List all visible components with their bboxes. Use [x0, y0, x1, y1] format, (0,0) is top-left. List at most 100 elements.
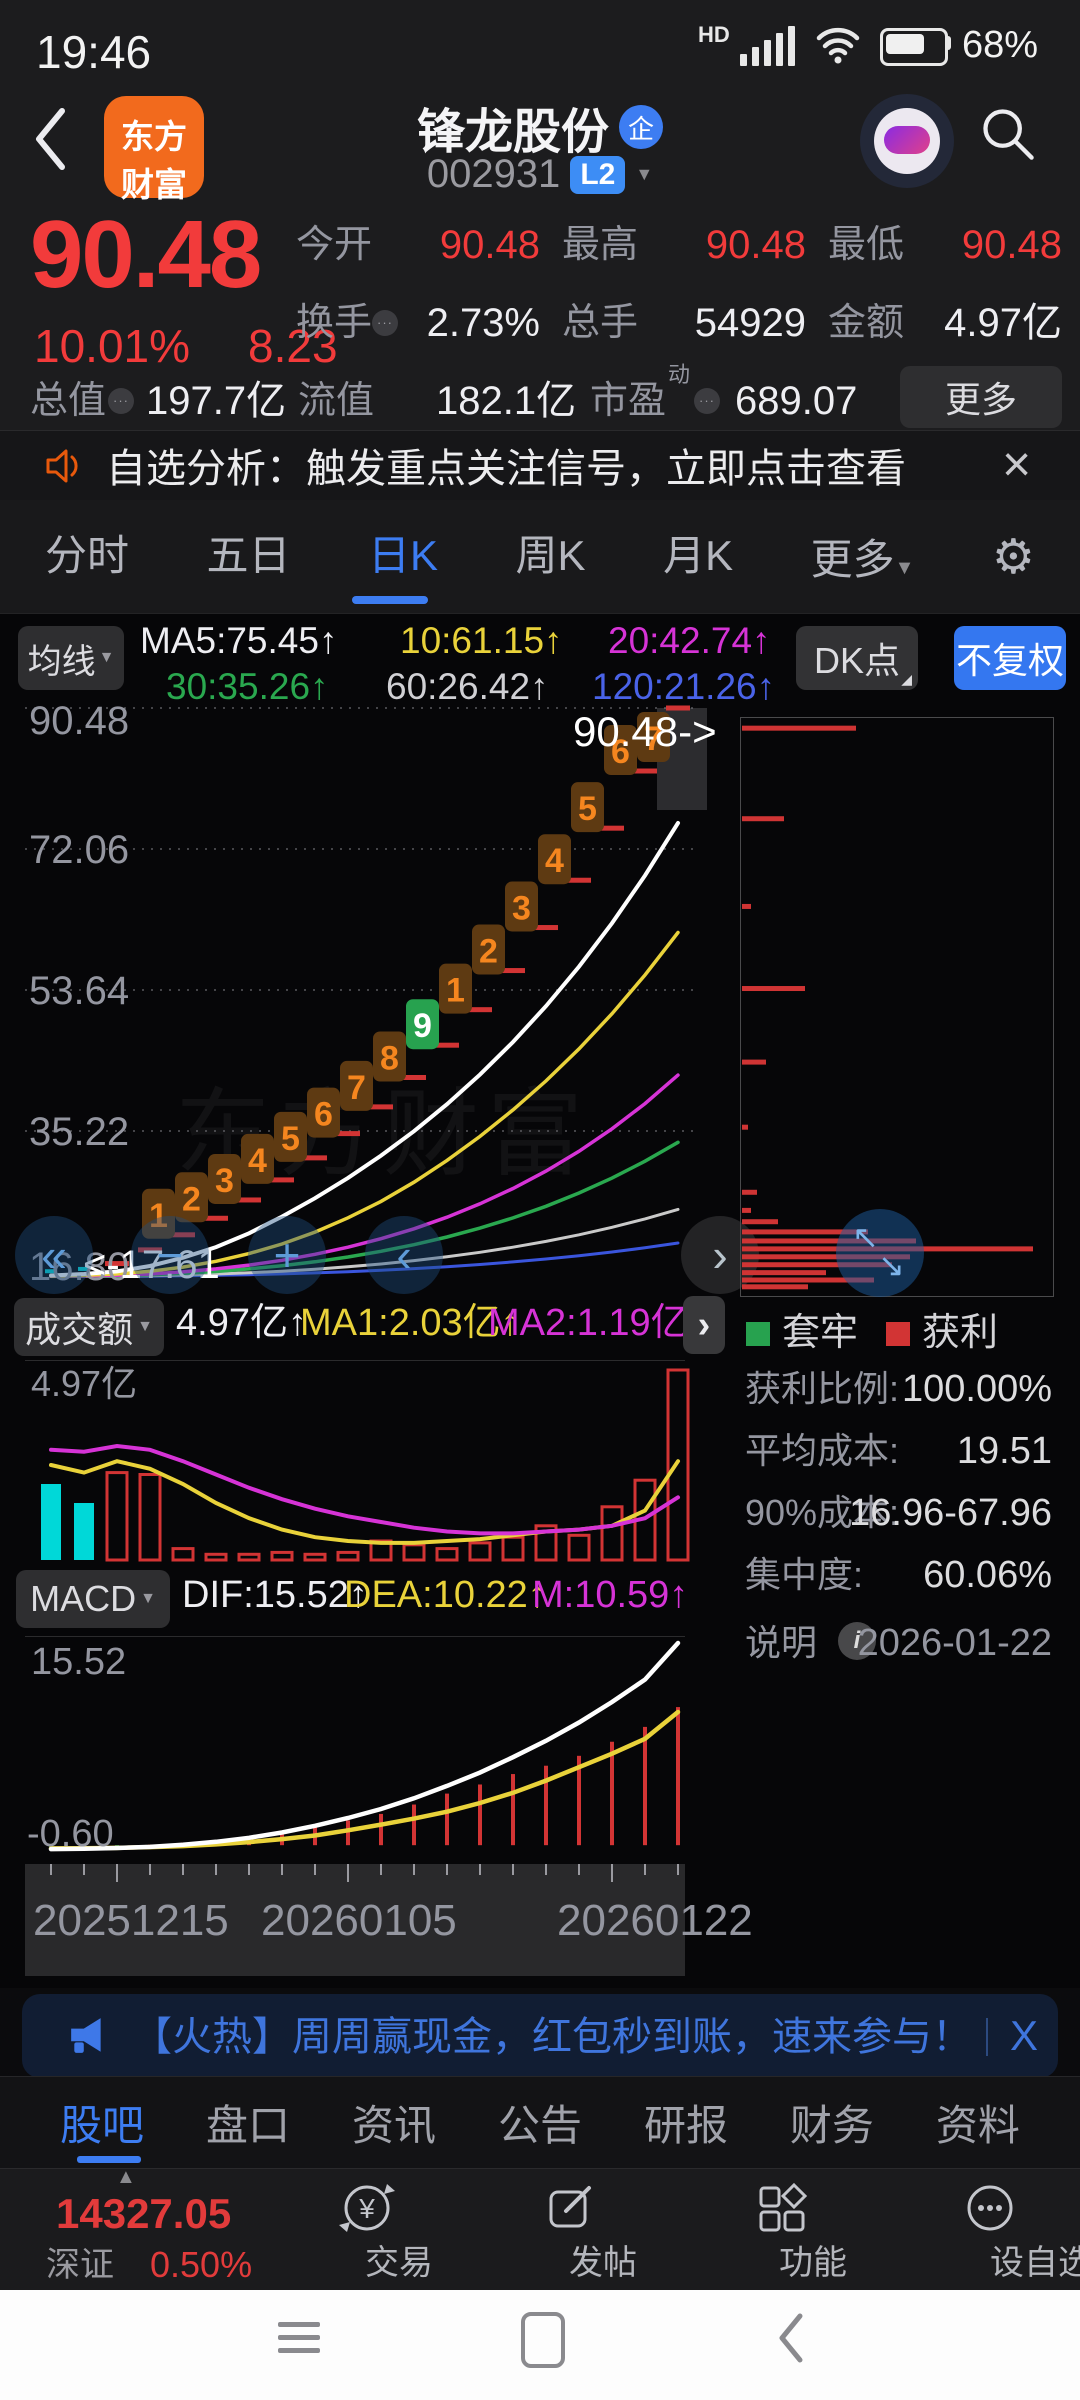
expand-button[interactable]: ↖ ↘ [836, 1209, 924, 1297]
index-value[interactable]: 14327.05 [56, 2190, 231, 2238]
svg-text:1: 1 [446, 972, 465, 1010]
assistant-robot-avatar[interactable] [860, 94, 954, 188]
chevron-down-icon: ▼ [894, 557, 915, 579]
tab-financials[interactable]: 财务 [790, 2092, 874, 2153]
open-label: 今开 [296, 224, 373, 266]
collapse-icon[interactable]: ▲ [116, 2166, 136, 2189]
tab-daily-k[interactable]: 日K [368, 532, 438, 580]
high-value: 90.48 [705, 223, 806, 267]
tab-profile[interactable]: 资料 [936, 2092, 1020, 2153]
svg-text:9: 9 [413, 1007, 432, 1045]
y-label: 53.64 [29, 969, 130, 1013]
tab-minute[interactable]: 分时 [45, 532, 129, 580]
open-value: 90.48 [439, 223, 540, 267]
trade-label[interactable]: 交易 [365, 2244, 433, 2282]
features-icon[interactable] [749, 2176, 813, 2240]
adjust-mode-button[interactable]: 不复权 [954, 626, 1066, 690]
pan-left-button[interactable]: ‹ [365, 1216, 443, 1294]
turnover-label: 换手 [296, 302, 373, 344]
chip-distribution-panel[interactable] [740, 717, 1054, 1297]
volume-selector-button[interactable]: 成交额 ▼ [14, 1298, 164, 1356]
clock: 19:46 [36, 26, 152, 78]
chevron-down-icon[interactable]: ▼ [635, 164, 653, 185]
more-button[interactable]: 更多 [900, 366, 1062, 428]
macd-y-bottom: -0.60 [27, 1813, 114, 1855]
ma-selector-button[interactable]: 均线 ▼ [18, 626, 124, 690]
index-name[interactable]: 深证 [46, 2246, 114, 2285]
signal-icon [740, 26, 796, 66]
legend-profit: 获利 [922, 1312, 999, 1354]
low-label: 最低 [828, 224, 905, 266]
volume-chart[interactable]: 4.97亿 [25, 1360, 690, 1563]
last-price: 90.48 [30, 201, 262, 308]
ma5-value: MA5:75.45↑ [140, 620, 338, 661]
search-icon[interactable] [978, 104, 1038, 164]
banner-close-icon[interactable]: X [1010, 2012, 1038, 2060]
chevron-down-icon: ▼ [137, 1318, 153, 1335]
kline-chart[interactable]: 东方财富 1234567891234567 90.48 72.06 53.64 … [25, 699, 717, 1292]
hd-icon: HD [698, 22, 730, 47]
chip-canvas [742, 725, 1033, 1290]
l2-badge[interactable]: L2 [570, 155, 626, 194]
ma20-value: 20:42.74↑ [608, 620, 771, 661]
tab-5day[interactable]: 五日 [207, 532, 291, 580]
svg-text:3: 3 [512, 890, 531, 928]
chevron-down-icon: ▼ [140, 1590, 156, 1607]
watchlist-label[interactable]: 设自选 [990, 2244, 1080, 2282]
minus-button[interactable]: − [131, 1216, 209, 1294]
nav-home-icon[interactable] [521, 2312, 565, 2368]
tab-monthly-k[interactable]: 月K [663, 532, 733, 580]
high-marker: 90.48-> [573, 708, 717, 755]
notice-text[interactable]: 自选分析：触发重点关注信号，立即点击查看 [106, 446, 906, 492]
features-label[interactable]: 功能 [779, 2244, 847, 2282]
tab-announcements[interactable]: 公告 [498, 2092, 582, 2153]
post-icon[interactable] [539, 2176, 603, 2240]
promo-banner[interactable]: 【火热】周周赢现金，红包秒到账，速来参与！ X [22, 1994, 1058, 2078]
expand-se-icon: ↘ [878, 1247, 905, 1283]
zoom-out-button[interactable]: « [15, 1216, 93, 1294]
plus-button[interactable]: + [248, 1216, 326, 1294]
chevron-down-icon: ▼ [98, 649, 115, 666]
volume-ma2: MA2:1.19亿↑ [488, 1302, 708, 1344]
trade-icon[interactable]: ¥ [335, 2176, 399, 2240]
turnover-value: 2.73% [426, 301, 540, 345]
mcap-label: 总值 [30, 380, 107, 422]
tab-weekly-k[interactable]: 周K [516, 532, 586, 580]
watchlist-icon[interactable] [958, 2176, 1022, 2240]
post-label[interactable]: 发帖 [569, 2244, 637, 2282]
svg-text:2: 2 [182, 1180, 201, 1218]
info-icon[interactable]: ··· [694, 388, 720, 414]
notice-close-icon[interactable]: × [1002, 436, 1031, 494]
x-label: 20260122 [557, 1896, 753, 1945]
indicator-expand-button[interactable]: › [683, 1296, 725, 1354]
macd-dif: DIF:15.52↑ [182, 1574, 368, 1616]
index-change[interactable]: 0.50% [150, 2244, 252, 2285]
macd-dea: DEA:10.22↑ [344, 1574, 547, 1616]
tab-research[interactable]: 研报 [644, 2092, 728, 2153]
period-tab-bar: 分时 五日 日K 周K 月K 更多▼ ⚙ [0, 500, 1080, 614]
nav-menu-icon[interactable] [278, 2322, 320, 2354]
banner-text[interactable]: 【火热】周周赢现金，红包秒到账，速来参与！ [132, 2014, 972, 2060]
x-label: 20251215 [33, 1896, 229, 1945]
svg-text:6: 6 [314, 1096, 333, 1134]
svg-text:4: 4 [248, 1142, 267, 1180]
nav-back-icon[interactable] [776, 2312, 806, 2364]
tab-more[interactable]: 更多▼ [811, 526, 915, 587]
dk-point-button[interactable]: DK点 ◢ [796, 626, 918, 690]
stat-value: 60.06% [923, 1554, 1052, 1596]
svg-text:4: 4 [545, 842, 564, 880]
tab-pankou[interactable]: 盘口 [206, 2092, 290, 2153]
tab-news[interactable]: 资讯 [352, 2092, 436, 2153]
macd-chart[interactable]: 15.52 -0.60 [25, 1636, 685, 1863]
speaker-icon [46, 449, 78, 483]
svg-text:5: 5 [578, 790, 597, 828]
gear-icon[interactable]: ⚙ [992, 529, 1035, 585]
enterprise-badge[interactable]: 企 [619, 105, 663, 149]
macd-selector-button[interactable]: MACD ▼ [16, 1570, 170, 1628]
axis-ticks [50, 1864, 679, 1882]
tab-guba[interactable]: 股吧 [60, 2092, 144, 2153]
legend-swatch-profit [886, 1322, 910, 1346]
info-icon[interactable]: ··· [108, 388, 134, 414]
stock-code: 002931 [426, 152, 561, 196]
battery-icon [880, 28, 948, 66]
